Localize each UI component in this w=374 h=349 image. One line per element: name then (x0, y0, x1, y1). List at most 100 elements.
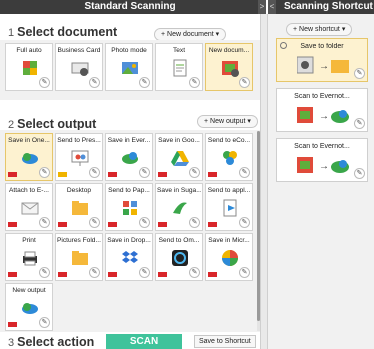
tile-label: Save in Goo... (158, 137, 200, 144)
edit-pencil-icon[interactable]: ✎ (89, 217, 100, 228)
tile-google-drive[interactable]: Save in Goo... ✎ (155, 133, 203, 181)
shortcut-tile[interactable]: Scan to Evernot... → ✎ (276, 88, 368, 132)
file-format-badge (58, 272, 67, 277)
file-format-badge (208, 272, 217, 277)
tile-text-document[interactable]: Text ✎ (155, 43, 203, 91)
edit-pencil-icon[interactable]: ✎ (39, 167, 50, 178)
tile-email[interactable]: Attach to E-... ✎ (5, 183, 53, 231)
edit-pencil-icon[interactable]: ✎ (189, 167, 200, 178)
evernote-icon (122, 152, 138, 164)
shortcut-label: Scan to Evernot... (294, 143, 350, 150)
tile-label: Desktop (66, 187, 92, 194)
desktop-folder-icon (72, 201, 88, 215)
paperport-icon (123, 201, 137, 215)
tile-business-card[interactable]: Business Card ✎ (55, 43, 103, 91)
tile-ecopy[interactable]: Send to eCo... ✎ (205, 133, 253, 181)
tile-label: New docum... (208, 47, 250, 54)
edit-pencil-icon[interactable]: ✎ (139, 267, 150, 278)
edit-pencil-icon[interactable]: ✎ (39, 217, 50, 228)
file-format-badge (8, 222, 17, 227)
edit-pencil-icon[interactable]: ✎ (354, 168, 365, 179)
edit-pencil-icon[interactable]: ✎ (239, 217, 250, 228)
file-format-badge (158, 222, 167, 227)
edit-pencil-icon[interactable]: ✎ (239, 167, 250, 178)
ecopy-icon (223, 151, 237, 165)
edit-pencil-icon[interactable]: ✎ (39, 77, 50, 88)
shortcut-label: Save to folder (300, 43, 344, 50)
edit-pencil-icon[interactable]: ✎ (189, 77, 200, 88)
edit-pencil-icon[interactable]: ✎ (239, 77, 250, 88)
tile-evernote[interactable]: Save in Ever... ✎ (105, 133, 153, 181)
new-output-button[interactable]: + New output ▾ (197, 115, 258, 128)
edit-pencil-icon[interactable]: ✎ (139, 77, 150, 88)
tile-new-document[interactable]: New docum... ✎ (205, 43, 253, 91)
tile-microsoft[interactable]: Save in Micr... ✎ (205, 233, 253, 281)
scroll-thumb[interactable] (257, 131, 260, 321)
new-document-icon (222, 61, 239, 77)
file-format-badge (108, 272, 117, 277)
edit-pencil-icon[interactable]: ✎ (239, 267, 250, 278)
tile-cloud-output[interactable]: New output ✎ (5, 283, 53, 331)
edit-pencil-icon[interactable]: ✎ (139, 217, 150, 228)
edit-pencil-icon[interactable]: ✎ (354, 68, 365, 79)
file-format-badge (58, 172, 67, 177)
tile-label: Text (172, 47, 186, 54)
tile-dropbox[interactable]: Save in Drop... ✎ (105, 233, 153, 281)
tile-label: Send to Om... (158, 237, 200, 244)
shortcut-flow-icon: → (297, 107, 349, 123)
edit-pencil-icon[interactable]: ✎ (89, 267, 100, 278)
tile-pictures-folder[interactable]: Pictures Fold... ✎ (55, 233, 103, 281)
auto-scan-icon (23, 61, 37, 75)
svg-text:→: → (319, 111, 329, 122)
save-to-shortcut-button[interactable]: Save to Shortcut (194, 335, 256, 348)
photo-icon (122, 62, 138, 74)
standard-scanning-title: Standard Scanning (0, 0, 260, 14)
scan-button[interactable]: SCAN (106, 334, 182, 349)
tile-printer[interactable]: Print ✎ (5, 233, 53, 281)
tile-desktop-folder[interactable]: Desktop ✎ (55, 183, 103, 231)
edit-pencil-icon[interactable]: ✎ (189, 267, 200, 278)
text-document-icon (173, 59, 187, 77)
scanning-shortcut-title: Scanning Shortcut (268, 0, 374, 14)
new-shortcut-button[interactable]: + New shortcut ▾ (286, 23, 353, 36)
edit-pencil-icon[interactable]: ✎ (189, 217, 200, 228)
collapse-right-arrow-icon[interactable]: < (268, 0, 276, 14)
printer-icon (23, 251, 37, 266)
tile-label: Save in Micr... (208, 237, 250, 244)
tile-paperport[interactable]: Send to Pap... ✎ (105, 183, 153, 231)
tile-omnipage[interactable]: Send to Om... ✎ (155, 233, 203, 281)
file-format-badge (158, 172, 167, 177)
sugarsync-icon (173, 202, 187, 214)
edit-pencil-icon[interactable]: ✎ (89, 167, 100, 178)
tile-photo[interactable]: Photo mode ✎ (105, 43, 153, 91)
edit-pencil-icon[interactable]: ✎ (89, 77, 100, 88)
panel-divider[interactable] (260, 14, 268, 349)
application-icon (223, 199, 237, 217)
tile-onedrive[interactable]: Save in One... ✎ (5, 133, 53, 181)
shortcut-flow-icon: → (297, 157, 349, 173)
collapse-left-arrow-icon[interactable]: > (258, 0, 266, 14)
tile-application[interactable]: Send to appl... ✎ (205, 183, 253, 231)
file-format-badge (8, 322, 17, 327)
tile-sugarsync[interactable]: Save in Suga... ✎ (155, 183, 203, 231)
output-scrollbar[interactable] (257, 131, 260, 331)
tile-label: Full auto (16, 47, 42, 54)
tile-presentation[interactable]: Send to Pres... ✎ (55, 133, 103, 181)
tile-label: Business Card (57, 47, 101, 54)
omnipage-icon (172, 250, 188, 266)
edit-pencil-icon[interactable]: ✎ (354, 118, 365, 129)
select-output-heading: 2 Select output (8, 117, 97, 131)
email-icon (21, 202, 39, 215)
svg-text:→: → (319, 161, 329, 172)
presentation-icon (71, 150, 89, 166)
edit-pencil-icon[interactable]: ✎ (139, 167, 150, 178)
svg-text:→: → (319, 61, 329, 72)
tile-label: Photo mode (111, 47, 147, 54)
edit-pencil-icon[interactable]: ✎ (39, 317, 50, 328)
tile-auto-scan[interactable]: Full auto ✎ (5, 43, 53, 91)
edit-pencil-icon[interactable]: ✎ (39, 267, 50, 278)
shortcut-tile[interactable]: Scan to Evernot... → ✎ (276, 138, 368, 182)
tile-label: Attach to E-... (9, 187, 49, 194)
shortcut-tile[interactable]: Save to folder → ✎ (276, 38, 368, 82)
file-format-badge (208, 222, 217, 227)
